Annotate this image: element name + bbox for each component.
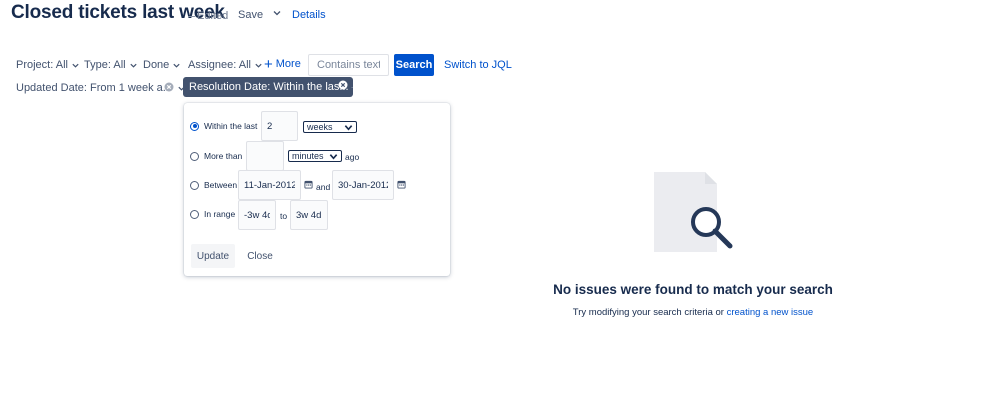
between-to-input[interactable] <box>332 170 394 200</box>
and-label: and <box>316 182 331 192</box>
save-button[interactable]: Save <box>238 9 263 21</box>
create-issue-link[interactable]: creating a new issue <box>727 307 814 318</box>
type-filter-label: Type: All <box>84 59 126 71</box>
assignee-filter[interactable]: Assignee: All <box>188 59 263 71</box>
resolution-date-filter[interactable]: Resolution Date: Within the las... <box>183 77 353 97</box>
within-unit-select[interactable]: weeks <box>303 121 357 133</box>
within-label: Within the last <box>204 121 258 131</box>
chevron-down-icon <box>72 63 79 68</box>
empty-state-subtitle-text: Try modifying your search criteria or <box>572 307 727 318</box>
calendar-icon[interactable] <box>397 180 406 189</box>
search-button[interactable]: Search <box>394 54 434 76</box>
between-label: Between <box>204 180 238 190</box>
status-filter-label: Done <box>143 59 170 71</box>
resolution-date-filter-label: Resolution Date: Within the las... <box>189 81 349 93</box>
updated-date-filter[interactable]: Updated Date: From 1 week a... <box>16 82 186 94</box>
type-filter[interactable]: Type: All <box>84 59 138 71</box>
more-filters-label: More <box>275 58 301 70</box>
between-option: Between <box>190 180 237 190</box>
clear-icon[interactable] <box>164 82 174 92</box>
more-than-unit-select[interactable]: minutes <box>288 150 342 162</box>
edited-label: Edited <box>197 10 229 22</box>
more-than-unit-value: minutes <box>292 151 324 161</box>
chevron-down-icon <box>129 63 137 68</box>
to-label: to <box>280 211 288 221</box>
search-input[interactable] <box>308 54 389 76</box>
updated-date-filter-label: Updated Date: From 1 week a... <box>16 82 172 94</box>
more-filters-button[interactable]: + More <box>264 55 301 73</box>
switch-to-jql-link[interactable]: Switch to JQL <box>444 59 512 71</box>
range-label: In range <box>204 209 236 219</box>
more-than-value-input[interactable] <box>246 141 284 171</box>
ago-label: ago <box>345 152 360 162</box>
project-filter-label: Project: All <box>16 59 68 71</box>
chevron-down-icon[interactable] <box>272 8 282 18</box>
range-option: In range <box>190 209 235 219</box>
more-than-option: More than <box>190 151 242 161</box>
within-radio[interactable] <box>190 121 199 131</box>
clear-icon[interactable] <box>338 80 348 90</box>
range-radio[interactable] <box>190 209 199 219</box>
within-option: Within the last <box>190 121 257 131</box>
empty-state-title: No issues were found to match your searc… <box>553 282 833 297</box>
update-button[interactable]: Update <box>191 244 235 268</box>
between-radio[interactable] <box>190 180 199 190</box>
chevron-down-icon <box>173 63 180 68</box>
range-from-input[interactable] <box>238 200 276 230</box>
status-filter[interactable]: Done <box>143 59 181 71</box>
resolution-date-popup: Within the last weeks More than minutes … <box>184 103 450 276</box>
chevron-down-icon <box>255 63 262 68</box>
edited-indicator: Edited <box>188 10 228 22</box>
dash-icon <box>188 15 195 17</box>
chevron-down-icon <box>329 153 338 160</box>
details-link[interactable]: Details <box>292 9 326 21</box>
calendar-icon[interactable] <box>304 180 313 189</box>
more-than-radio[interactable] <box>190 151 199 161</box>
range-to-input[interactable] <box>290 200 328 230</box>
chevron-down-icon <box>344 124 353 131</box>
between-from-input[interactable] <box>238 170 301 200</box>
assignee-filter-label: Assignee: All <box>188 59 251 71</box>
within-value-input[interactable] <box>261 111 298 141</box>
empty-state-subtitle: Try modifying your search criteria or cr… <box>513 307 873 318</box>
document-search-icon <box>654 172 733 252</box>
plus-icon: + <box>264 55 273 73</box>
more-than-label: More than <box>204 151 243 161</box>
project-filter[interactable]: Project: All <box>16 59 80 71</box>
within-unit-value: weeks <box>307 122 333 132</box>
close-button[interactable]: Close <box>241 244 279 268</box>
chevron-down-icon <box>350 86 353 88</box>
